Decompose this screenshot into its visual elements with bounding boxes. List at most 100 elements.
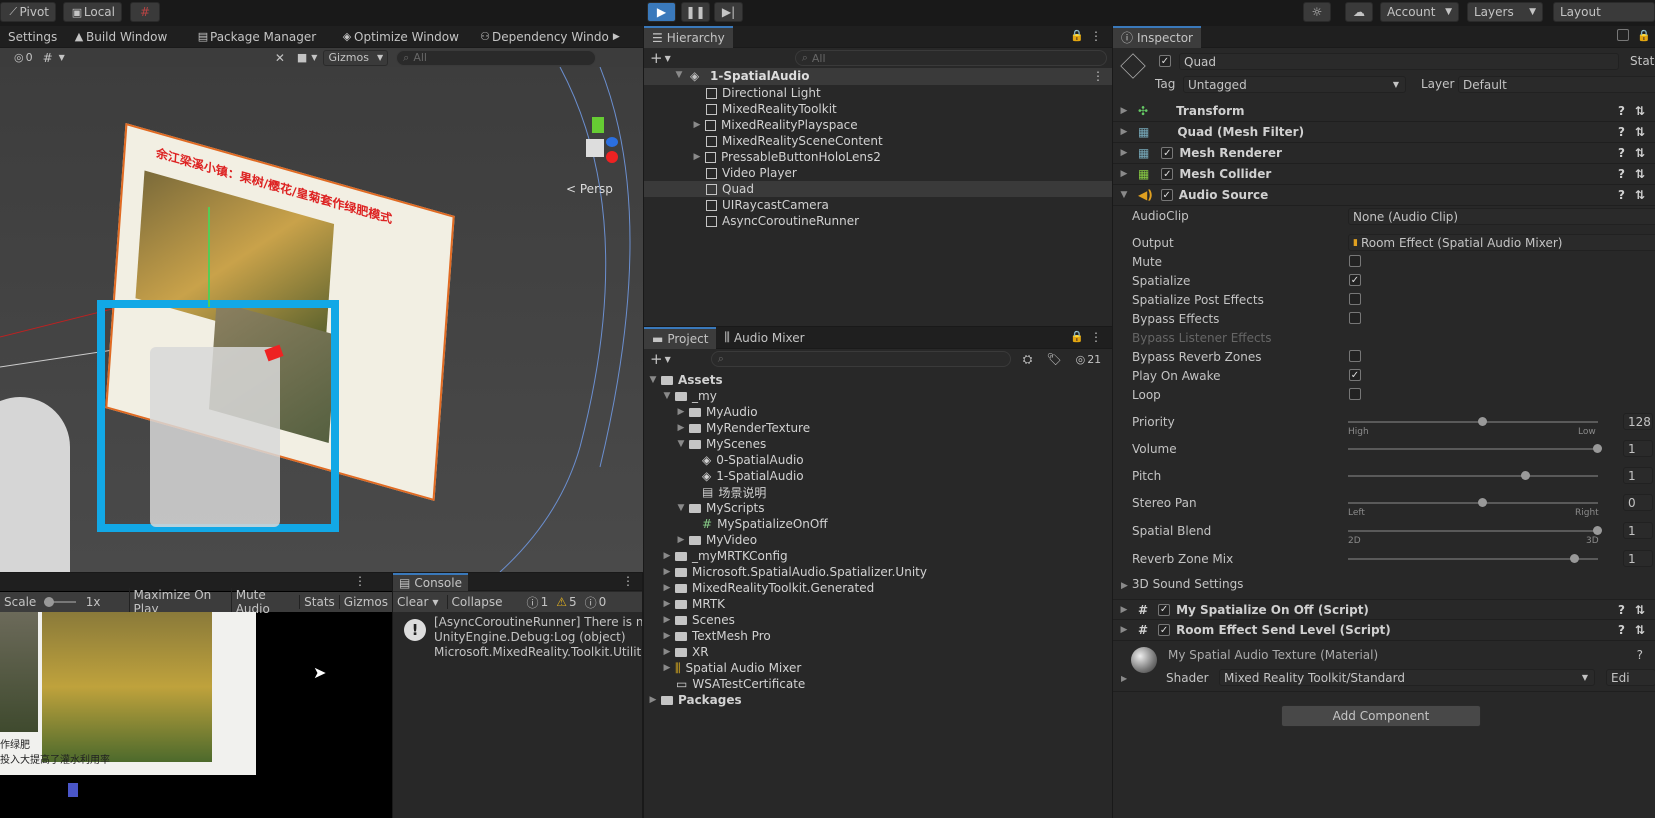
spatial-blend-slider[interactable] <box>1348 530 1598 532</box>
spatialize-checkbox[interactable]: ✓ <box>1349 274 1361 286</box>
project-item[interactable]: ▭ WSATestCertificate <box>676 676 805 692</box>
tab-hierarchy[interactable]: ☰ Hierarchy <box>644 26 733 48</box>
console-entry[interactable]: ! [AsyncCoroutineRunner] There is no A U… <box>393 613 642 663</box>
scene-viewport[interactable]: 余江梁溪小镇：果树/樱花/皇菊套作绿肥模式 < Persp <box>0 67 643 572</box>
account-dropdown[interactable]: Account ▼ <box>1380 2 1459 22</box>
tab-package-manager[interactable]: ▤ Package Manager <box>188 26 324 48</box>
chevron-down-icon[interactable]: ▼ <box>676 503 686 513</box>
chevron-down-icon[interactable]: ▼ <box>674 70 684 80</box>
project-item[interactable]: # MySpatializeOnOff <box>702 516 828 532</box>
tag-dropdown[interactable]: Untagged ▼ <box>1183 76 1406 93</box>
help-icon[interactable]: ? <box>1618 104 1625 118</box>
project-item[interactable]: ▶ Scenes <box>662 612 735 628</box>
component-transform[interactable]: ▶ ✣ Transform? ⇅ <box>1113 101 1655 122</box>
more-icon[interactable]: ⋮ <box>354 574 366 588</box>
project-item[interactable]: ▶ Packages <box>648 692 742 708</box>
hierarchy-item[interactable]: Video Player <box>706 165 797 181</box>
lock-icon[interactable]: 🔒 <box>1637 29 1651 42</box>
tab-audio-mixer[interactable]: ⫼ Audio Mixer <box>716 327 812 349</box>
pivot-button[interactable]: ⟋ Pivot <box>0 2 56 22</box>
pitch-slider[interactable] <box>1348 475 1598 477</box>
project-item[interactable]: ▶ _myMRTKConfig <box>662 548 788 564</box>
chevron-right-icon[interactable]: ▶ <box>676 407 686 417</box>
help-icon[interactable]: ? <box>1637 648 1643 662</box>
more-icon[interactable]: ⋮ <box>622 574 634 588</box>
project-item[interactable]: ▶ ⫼ Spatial Audio Mixer <box>662 660 802 676</box>
project-item[interactable]: ▤ 场景说明 <box>702 484 766 500</box>
project-item[interactable]: ▶ MixedRealityToolkit.Generated <box>662 580 875 596</box>
hierarchy-item[interactable]: MixedRealityToolkit <box>706 101 837 117</box>
clear-button[interactable]: Clear <box>397 595 428 609</box>
persp-label[interactable]: < Persp <box>566 182 613 196</box>
hierarchy-item[interactable]: ▶ PressableButtonHoloLens2 <box>692 149 881 165</box>
chevron-right-icon[interactable]: ▶ <box>662 615 672 625</box>
settings-icon[interactable]: ⇅ <box>1635 146 1645 160</box>
component-mesh-renderer[interactable]: ▶ ▦ ✓ Mesh Renderer? ⇅ <box>1113 143 1655 164</box>
stereo-pan-slider-handle[interactable] <box>1478 498 1487 507</box>
component-room-effect-script[interactable]: ▶ # ✓ Room Effect Send Level (Script)? ⇅ <box>1113 620 1655 641</box>
volume-field[interactable]: 1 <box>1623 440 1653 457</box>
active-checkbox[interactable]: ✓ <box>1159 55 1171 67</box>
pitch-slider-handle[interactable] <box>1521 471 1530 480</box>
tab-inspector[interactable]: ⓘ Inspector <box>1113 26 1201 48</box>
component-audio-source[interactable]: ▼ ◀) ✓ Audio Source? ⇅ <box>1113 185 1655 206</box>
orientation-gizmo[interactable] <box>568 117 628 177</box>
error-icon[interactable]: ⓘ <box>585 594 597 611</box>
object-name-field[interactable]: Quad <box>1179 53 1619 70</box>
filter-type-icon[interactable]: ⛭ <box>1023 352 1033 367</box>
pause-button[interactable]: ❚❚ <box>681 2 710 22</box>
pitch-field[interactable]: 1 <box>1623 467 1653 484</box>
collab-button[interactable]: ☼ <box>1303 2 1331 22</box>
settings-icon[interactable]: ⇅ <box>1635 188 1645 202</box>
priority-slider-handle[interactable] <box>1478 417 1487 426</box>
layers-dropdown[interactable]: Layers ▼ <box>1467 2 1543 22</box>
static-checkbox[interactable] <box>1617 29 1629 41</box>
more-icon[interactable]: ⋮ <box>1090 330 1102 344</box>
hierarchy-item[interactable]: UIRaycastCamera <box>706 197 829 213</box>
tab-dependency-window[interactable]: ⚇ Dependency Windo ▶ <box>470 26 628 48</box>
move-y-axis[interactable] <box>208 207 210 307</box>
gizmos-dropdown[interactable]: Gizmos ▼ <box>323 49 389 66</box>
chevron-down-icon[interactable]: ▼ <box>648 375 658 385</box>
info-icon[interactable]: ⓘ <box>527 594 539 611</box>
more-icon[interactable]: ⋮ <box>1092 69 1104 83</box>
stats-toggle[interactable]: Stats <box>299 595 339 609</box>
hierarchy-scene-row[interactable]: ▼ ◈ 1-SpatialAudio ⋮ <box>644 68 1112 85</box>
game-gizmos-toggle[interactable]: Gizmos <box>338 595 392 609</box>
project-item[interactable]: ▶ MyVideo <box>676 532 758 548</box>
shader-dropdown[interactable]: Mixed Reality Toolkit/Standard ▼ <box>1219 669 1595 686</box>
help-icon[interactable]: ? <box>1618 603 1625 617</box>
project-search-input[interactable]: ⌕ <box>710 351 1011 367</box>
tab-settings[interactable]: Settings <box>0 26 65 48</box>
component-enabled-checkbox[interactable]: ✓ <box>1158 624 1171 636</box>
lock-icon[interactable]: 🔒 <box>1070 330 1084 343</box>
hidden-packages-icon[interactable]: ◎ <box>1076 353 1086 366</box>
help-icon[interactable]: ? <box>1618 125 1625 139</box>
help-icon[interactable]: ? <box>1618 146 1625 160</box>
help-icon[interactable]: ? <box>1618 623 1625 637</box>
tab-console[interactable]: ▤ Console <box>393 573 468 591</box>
chevron-down-icon[interactable]: ▼ <box>662 391 672 401</box>
grid-icon[interactable]: # <box>43 51 53 65</box>
hierarchy-item[interactable]: Directional Light <box>706 85 821 101</box>
local-button[interactable]: ▣ Local <box>63 2 122 22</box>
play-on-awake-checkbox[interactable]: ✓ <box>1349 369 1361 381</box>
chevron-right-icon[interactable]: ▶ <box>692 120 702 130</box>
stereo-pan-slider[interactable] <box>1348 502 1598 504</box>
project-item[interactable]: ▼ MyScenes <box>676 436 767 452</box>
mute-checkbox[interactable] <box>1349 255 1361 267</box>
component-enabled-checkbox[interactable]: ✓ <box>1158 603 1171 616</box>
chevron-right-icon[interactable]: ▶ <box>676 423 686 433</box>
project-item[interactable]: ▼ MyScripts <box>676 500 765 516</box>
warning-icon[interactable]: ⚠ <box>556 595 567 609</box>
hierarchy-item-selected[interactable]: Quad <box>706 181 754 197</box>
hierarchy-search-input[interactable]: ⌕ All <box>794 50 1107 66</box>
project-item[interactable]: ◈ 0-SpatialAudio <box>702 452 804 468</box>
chevron-right-icon[interactable]: ▶ <box>662 551 672 561</box>
layer-dropdown[interactable]: Default <box>1458 76 1655 93</box>
play-button[interactable]: ▶ <box>647 2 676 22</box>
game-render[interactable]: 作绿肥 投入大提高了灌水利用率 <box>0 612 256 775</box>
stereo-pan-field[interactable]: 0 <box>1623 494 1653 511</box>
chevron-down-icon[interactable]: ▼ <box>665 355 671 364</box>
help-icon[interactable]: ? <box>1618 167 1625 181</box>
